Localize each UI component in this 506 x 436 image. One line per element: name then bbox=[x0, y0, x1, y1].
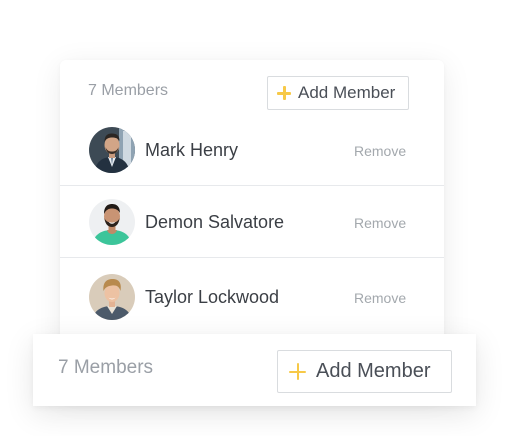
avatar bbox=[89, 199, 135, 245]
add-member-button[interactable]: Add Member bbox=[267, 76, 409, 110]
members-footer-bar: 7 Members Add Member bbox=[33, 334, 476, 406]
remove-member-link[interactable]: Remove bbox=[354, 143, 406, 159]
avatar bbox=[89, 274, 135, 320]
members-count: 7 Members bbox=[88, 82, 169, 99]
plus-icon bbox=[277, 86, 291, 100]
remove-member-link[interactable]: Remove bbox=[354, 290, 406, 306]
member-row: Mark Henry Remove bbox=[60, 114, 444, 186]
member-name: Taylor Lockwood bbox=[145, 287, 280, 307]
avatar bbox=[89, 127, 135, 173]
member-name: Demon Salvatore bbox=[145, 212, 285, 232]
stage: 7 Members Add Member Mark Henry Remove D… bbox=[0, 0, 506, 436]
member-row: Taylor Lockwood Remove bbox=[60, 259, 444, 331]
footer-add-member-label: Add Member bbox=[316, 360, 431, 382]
footer-add-member-button[interactable]: Add Member bbox=[277, 350, 452, 393]
member-row: Demon Salvatore Remove bbox=[60, 186, 444, 258]
add-member-label: Add Member bbox=[298, 83, 396, 102]
member-name: Mark Henry bbox=[145, 140, 239, 160]
remove-member-link[interactable]: Remove bbox=[354, 215, 406, 231]
plus-icon bbox=[289, 363, 306, 380]
footer-members-count: 7 Members bbox=[58, 357, 154, 378]
